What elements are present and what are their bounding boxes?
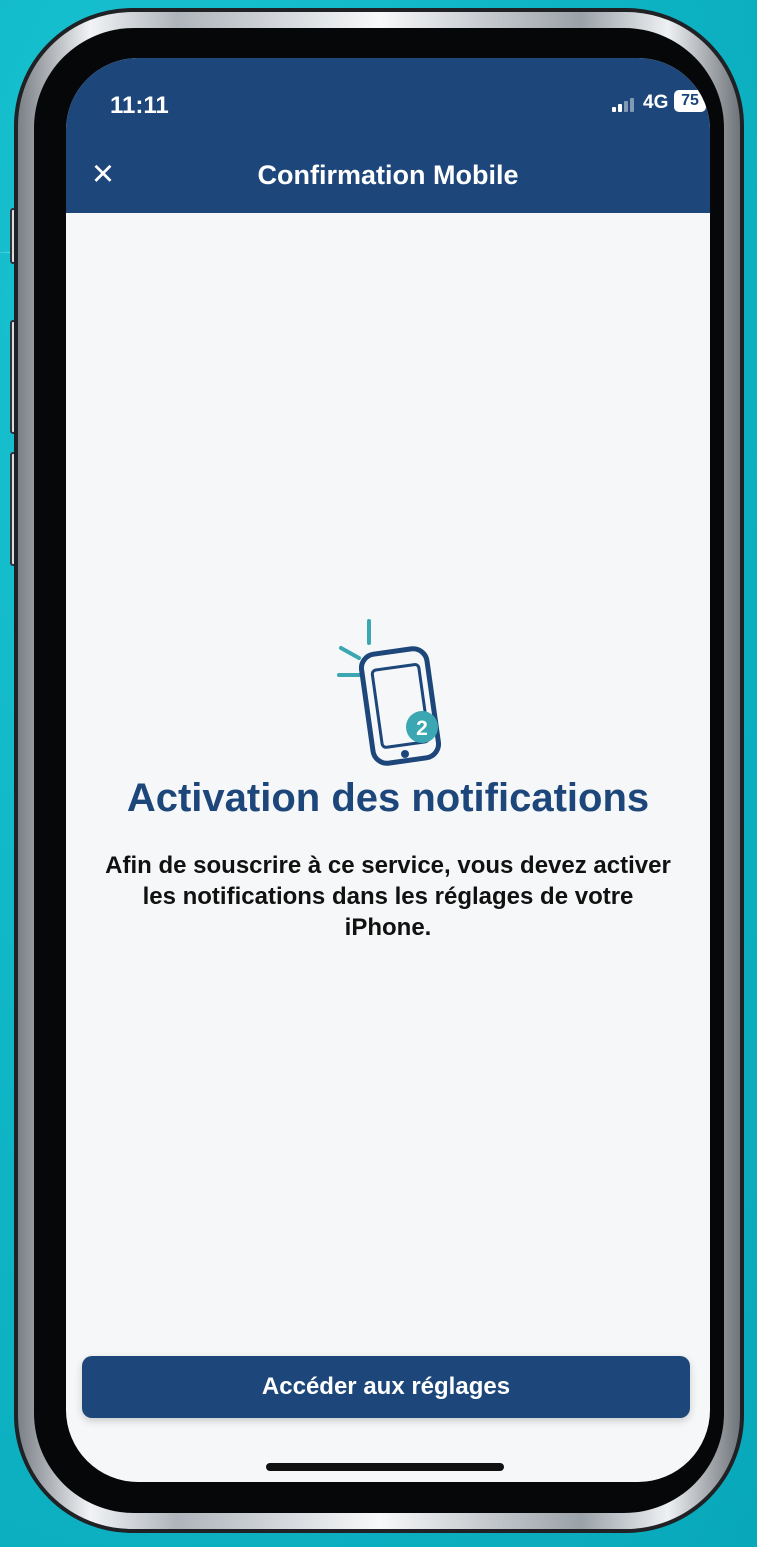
phone-notification-icon: 2 xyxy=(337,619,442,766)
network-label: 4G xyxy=(643,92,669,113)
battery-icon: 75 xyxy=(674,90,706,112)
section-heading: Activation des notifications xyxy=(126,776,650,820)
signal-icon xyxy=(612,96,636,112)
open-settings-button[interactable]: Accéder aux réglages xyxy=(82,1356,690,1418)
description-text: Afin de souscrire à ce service, vous dev… xyxy=(105,852,671,941)
battery-cap xyxy=(708,97,710,105)
page-title: Confirmation Mobile xyxy=(257,160,519,190)
home-indicator xyxy=(266,1463,504,1471)
status-time: 11:11 xyxy=(110,92,169,119)
badge-count: 2 xyxy=(416,717,428,740)
phone-screen: 11:11 4G 75 × Confirmation Mobile 2 Acti… xyxy=(66,58,710,1482)
navigation-bar: 11:11 4G 75 × Confirmation Mobile xyxy=(66,58,710,213)
